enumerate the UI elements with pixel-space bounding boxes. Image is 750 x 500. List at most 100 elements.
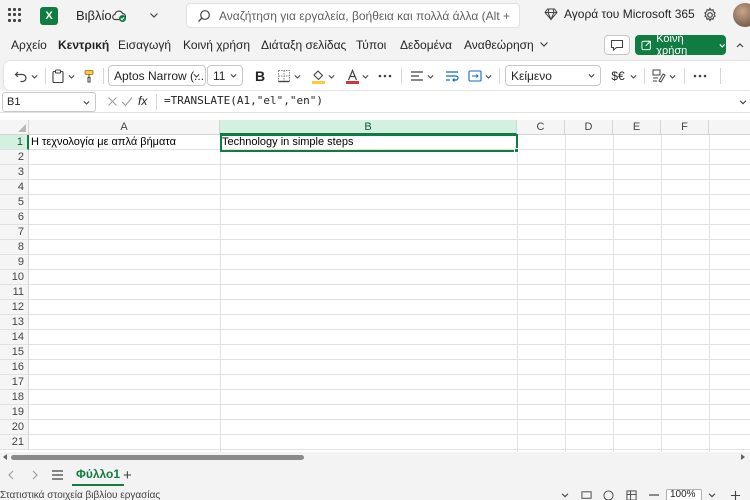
borders-button[interactable] (276, 67, 292, 85)
row-header[interactable]: 5 (0, 195, 29, 210)
row-header[interactable]: 16 (0, 360, 29, 375)
share-button[interactable]: Κοινή χρήση (635, 33, 726, 57)
row-header[interactable]: 10 (0, 270, 29, 285)
column-header-overflow[interactable] (709, 120, 750, 135)
bold-button[interactable]: B (252, 67, 268, 85)
tab-page-layout[interactable]: Διάταξη σελίδας (261, 38, 346, 52)
font-name-select[interactable]: Aptos Narrow (... (108, 65, 206, 86)
chevron-down-icon[interactable] (148, 9, 160, 21)
gear-icon[interactable] (702, 7, 718, 23)
search-box[interactable] (186, 3, 520, 28)
select-all-corner[interactable] (0, 120, 29, 135)
more-font-options-button[interactable] (376, 67, 394, 85)
row-header[interactable]: 18 (0, 390, 29, 405)
row-header[interactable]: 12 (0, 300, 29, 315)
font-size-select[interactable]: 11 (207, 65, 243, 86)
column-header-c[interactable]: C (517, 120, 565, 135)
column-header-d[interactable]: D (565, 120, 613, 135)
help-icon[interactable] (603, 490, 614, 500)
column-header-f[interactable]: F (661, 120, 709, 135)
tab-data[interactable]: Δεδομένα (400, 38, 452, 52)
workbook-statistics[interactable]: Στατιστικά στοιχεία βιβλίου εργασίας (0, 490, 160, 500)
paste-button[interactable] (50, 67, 66, 85)
row-header[interactable]: 15 (0, 345, 29, 360)
row-header[interactable]: 6 (0, 210, 29, 225)
confirm-entry-icon[interactable] (121, 96, 133, 107)
scroll-right-icon[interactable] (740, 454, 746, 460)
font-color-button[interactable] (344, 67, 360, 85)
row-header[interactable]: 8 (0, 240, 29, 255)
next-sheet-icon[interactable] (30, 469, 40, 481)
tab-home[interactable]: Κεντρική (58, 38, 109, 52)
row-header[interactable]: 14 (0, 330, 29, 345)
cancel-entry-icon[interactable] (107, 96, 118, 107)
zoom-in-icon[interactable] (730, 490, 741, 500)
expand-formula-bar-icon[interactable] (738, 97, 748, 107)
normal-view-icon[interactable] (626, 490, 637, 500)
formula-input[interactable]: =TRANSLATE(A1,"el","en") (164, 94, 323, 107)
worksheet-grid[interactable]: A B C D E F 1 2 3 4 5 6 7 8 9 10 11 12 1… (0, 120, 750, 452)
row-header[interactable]: 9 (0, 255, 29, 270)
borders-dropdown[interactable] (292, 67, 302, 85)
avatar[interactable] (733, 3, 750, 27)
tab-file[interactable]: Αρχείο (11, 38, 47, 52)
collapse-ribbon-icon[interactable] (734, 40, 746, 52)
comments-button[interactable] (604, 35, 630, 55)
buy-microsoft-365-button[interactable]: Αγορά του Microsoft 365 (544, 7, 695, 21)
fill-color-dropdown[interactable] (326, 67, 336, 85)
conditional-formatting-button[interactable] (651, 67, 667, 85)
cell-a1[interactable]: Η τεχνολογία με απλά βήματα (29, 135, 220, 150)
add-sheet-button[interactable]: + (123, 467, 132, 484)
row-header[interactable]: 19 (0, 405, 29, 420)
row-header[interactable]: 3 (0, 165, 29, 180)
tab-share[interactable]: Κοινή χρήση (183, 38, 250, 52)
chevron-down-icon[interactable] (560, 490, 570, 500)
row-header[interactable]: 4 (0, 180, 29, 195)
scroll-left-icon[interactable] (2, 454, 8, 460)
column-header-a[interactable]: A (29, 120, 220, 135)
scrollbar-thumb[interactable] (11, 455, 304, 460)
feedback-icon[interactable] (581, 490, 592, 500)
name-box[interactable]: B1 (2, 92, 96, 112)
row-header[interactable]: 20 (0, 420, 29, 435)
row-header[interactable]: 21 (0, 435, 29, 450)
row-header[interactable]: 1 (0, 135, 29, 150)
merge-cells-button[interactable] (467, 67, 483, 85)
column-header-b[interactable]: B (220, 120, 517, 135)
undo-button[interactable] (13, 67, 29, 85)
search-input[interactable] (219, 6, 514, 25)
previous-sheet-icon[interactable] (6, 469, 16, 481)
align-dropdown[interactable] (425, 67, 435, 85)
align-button[interactable] (409, 67, 425, 85)
sheet-tab-1[interactable]: Φύλλο1 (72, 464, 125, 486)
document-name[interactable]: Βιβλίο (76, 8, 112, 23)
currency-format-button[interactable]: $€ (609, 67, 627, 85)
wrap-text-button[interactable] (444, 67, 460, 85)
cell-area[interactable] (29, 135, 750, 452)
all-sheets-icon[interactable] (51, 469, 64, 481)
font-color-dropdown[interactable] (360, 67, 370, 85)
zoom-level[interactable]: 100% (666, 489, 702, 500)
paste-dropdown[interactable] (66, 67, 76, 85)
zoom-out-icon[interactable] (648, 490, 660, 500)
tab-insert[interactable]: Εισαγωγή (118, 38, 171, 52)
app-launcher-icon[interactable] (8, 8, 22, 22)
horizontal-scrollbar[interactable] (0, 452, 750, 462)
conditional-formatting-dropdown[interactable] (667, 67, 677, 85)
tab-review[interactable]: Αναθεώρηση (464, 38, 534, 52)
insert-function-button[interactable]: fx (138, 94, 147, 108)
currency-format-dropdown[interactable] (628, 67, 638, 85)
row-header[interactable]: 11 (0, 285, 29, 300)
format-painter-button[interactable] (81, 67, 97, 85)
more-tabs-chevron-icon[interactable] (538, 38, 550, 50)
fill-handle[interactable] (514, 148, 519, 153)
cloud-saved-icon[interactable] (111, 7, 127, 23)
row-header[interactable]: 2 (0, 150, 29, 165)
column-header-e[interactable]: E (613, 120, 661, 135)
chevron-down-icon[interactable] (707, 490, 717, 500)
row-header[interactable]: 7 (0, 225, 29, 240)
merge-cells-dropdown[interactable] (483, 67, 493, 85)
row-header[interactable]: 17 (0, 375, 29, 390)
tab-formulas[interactable]: Τύποι (356, 38, 386, 52)
fill-color-button[interactable] (310, 67, 326, 85)
